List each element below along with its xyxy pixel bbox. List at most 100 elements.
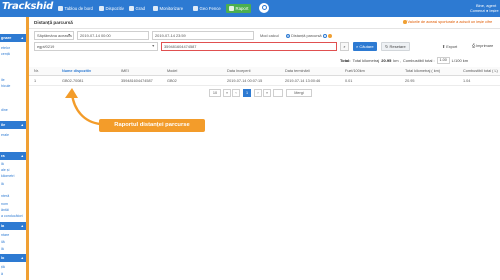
search-button[interactable]: ⌕ Căutare (353, 42, 377, 51)
col-header-device-name[interactable]: Nume dispozitiv (62, 69, 91, 73)
notice-message: Valorile de aceasi sporturale a aciscit … (403, 20, 492, 24)
col-header-end-date[interactable]: Data terminării (285, 69, 310, 73)
sidebar-item[interactable]: lă (1, 182, 4, 186)
warning-icon (403, 20, 407, 24)
nav-report[interactable]: Raport (226, 4, 252, 13)
chevron-up-icon: ▲ (20, 36, 24, 40)
sidebar-item[interactable]: nteră (1, 194, 9, 198)
sidebar-item[interactable]: ntare (1, 233, 9, 237)
col-header-imei[interactable]: IMEI (121, 69, 129, 73)
nav-monitoring-label: Monitorizare (159, 6, 184, 11)
sidebar-item[interactable]: ale și (1, 168, 9, 172)
last-page-button[interactable]: » (263, 89, 271, 97)
sidebar-item[interactable]: erale (1, 133, 9, 137)
chevron-up-icon: ▲ (20, 123, 24, 127)
geofence-icon (193, 6, 198, 11)
nav-grade-label: Grad (135, 6, 146, 11)
mode-option[interactable]: Distanță parcursă (286, 33, 332, 38)
col-header-number[interactable]: Nr. (34, 69, 39, 73)
col-header-fuel-rate[interactable]: Fuel/100km (345, 69, 365, 73)
nav-monitoring[interactable]: Monitorizare (153, 4, 183, 13)
sidebar-item[interactable]: hicule (1, 84, 10, 88)
mode-label: Mod calcul (260, 33, 279, 38)
app-logo[interactable]: Trackshid (2, 1, 53, 12)
top-navigation-bar: Trackshid Tablou de bord Dispozitiv Grad… (0, 0, 500, 17)
cell-fuel-rate: 0.01 (345, 79, 353, 83)
fuel-rate-unit: L/100 km (451, 58, 469, 63)
sidebar-item[interactable]: lă (1, 162, 4, 166)
period-select[interactable]: Săptămâna aceasta ▼ (34, 31, 74, 40)
totals-bar: Total: Total kilometraj 20.95 km , Combu… (340, 57, 468, 64)
fuel-rate-input[interactable]: 1.00 (436, 57, 450, 64)
reset-button[interactable]: ↻ Resetare (381, 42, 410, 51)
print-button[interactable]: ⎙ Imprimare (472, 44, 493, 48)
chevron-up-icon: ▲ (20, 224, 24, 228)
col-header-total-fuel[interactable]: Combustibil total ( L) (463, 69, 498, 73)
status-dot-icon (327, 33, 332, 38)
device-id-input[interactable]: 359481604474587 (161, 42, 337, 51)
nav-grade[interactable]: Grad (129, 4, 145, 13)
date-to-input[interactable]: 2019-07-14 23:59 (152, 31, 254, 40)
sidebar-item[interactable]: etelor (1, 46, 10, 50)
sidebar-item[interactable]: ăntăi (1, 208, 9, 212)
header-divider (29, 28, 500, 29)
annotation-callout: Raportul distanței parcurse (99, 119, 205, 132)
goto-page-button[interactable]: Mergi (286, 89, 312, 97)
sidebar-item[interactable]: cență (1, 52, 10, 56)
prev-page-button[interactable]: ‹ (232, 89, 240, 97)
col-header-total-distance[interactable]: Total kilometraj ( km) (405, 69, 440, 73)
col-header-model[interactable]: Model (167, 69, 177, 73)
sidebar-item[interactable]: a conducători (1, 214, 23, 218)
sidebar-section-2[interactable]: ile ▲ (0, 121, 26, 129)
nav-device[interactable]: Dispozitiv (99, 4, 124, 13)
nav-geofence-label: Geo Fence (199, 6, 221, 11)
sidebar-section-3[interactable]: ra ▲ (0, 152, 26, 160)
export-button[interactable]: ⬆ Export (442, 44, 457, 49)
radio-selected-icon (286, 33, 290, 38)
chevron-down-icon: ▼ (67, 33, 71, 37)
cell-end-date: 2019-07-14 13:00:46 (285, 79, 321, 83)
search-icon[interactable] (259, 3, 269, 13)
col-header-start-date[interactable]: Data începerii (227, 69, 250, 73)
sidebar-section-5[interactable]: lo ▲ (0, 254, 26, 262)
page-size-select[interactable]: 10 (209, 89, 221, 97)
device-group-select[interactable]: egpt/0219 ▼ (34, 42, 158, 51)
sidebar-section-1[interactable]: gnare ▲ (0, 34, 26, 42)
sidebar-item[interactable]: lă (1, 247, 4, 251)
sidebar-item[interactable]: țiă (1, 265, 5, 269)
cell-number: 1 (34, 79, 37, 83)
grade-icon (129, 6, 134, 11)
first-page-button[interactable]: « (223, 89, 231, 97)
cell-device-name[interactable]: GB02-70081 (62, 79, 84, 83)
current-page-button[interactable]: 1 (243, 89, 251, 97)
nav-dashboard[interactable]: Tablou de bord (58, 4, 93, 13)
total-distance-value: 20.95 (381, 58, 392, 63)
nav-geofence[interactable]: Geo Fence (193, 4, 221, 13)
nav-device-label: Dispozitiv (105, 6, 124, 11)
table-header: Nr. Nume dispozitiv IMEI Model Data înce… (29, 67, 500, 76)
sidebar-item[interactable]: ile (1, 78, 5, 82)
cell-start-date: 2019-07-14 00:07:15 (227, 79, 263, 83)
search-small-icon[interactable]: ⌕ (340, 42, 349, 51)
total-distance-unit: km , (393, 58, 401, 63)
date-from-input[interactable]: 2019-07-14 00:00 (77, 31, 149, 40)
page-title: Distanță parcursă (34, 20, 73, 25)
sidebar-item[interactable]: nom (1, 202, 8, 206)
chevron-up-icon: ▲ (20, 256, 24, 260)
chevron-up-icon: ▲ (20, 154, 24, 158)
user-name[interactable]: Bine, agent (476, 3, 496, 8)
radio-icon[interactable] (322, 33, 327, 38)
nav-report-label: Raport (235, 6, 249, 11)
sidebar-item[interactable]: dine (1, 108, 8, 112)
chevron-down-icon: ▼ (151, 44, 155, 48)
sidebar-section-4[interactable]: la ▲ (0, 222, 26, 230)
user-links[interactable]: Comenzi ● Ieșire (470, 9, 499, 13)
totals-label: Total: (340, 58, 351, 63)
next-page-button[interactable]: › (254, 89, 262, 97)
goto-page-input[interactable] (273, 89, 283, 97)
sidebar-highlight-rail (26, 17, 29, 280)
sidebar-item[interactable]: ilă (1, 240, 5, 244)
sidebar-item[interactable]: kilometri (1, 174, 14, 178)
sidebar-item[interactable]: ă (1, 272, 3, 276)
cell-model: GB02 (167, 79, 177, 83)
